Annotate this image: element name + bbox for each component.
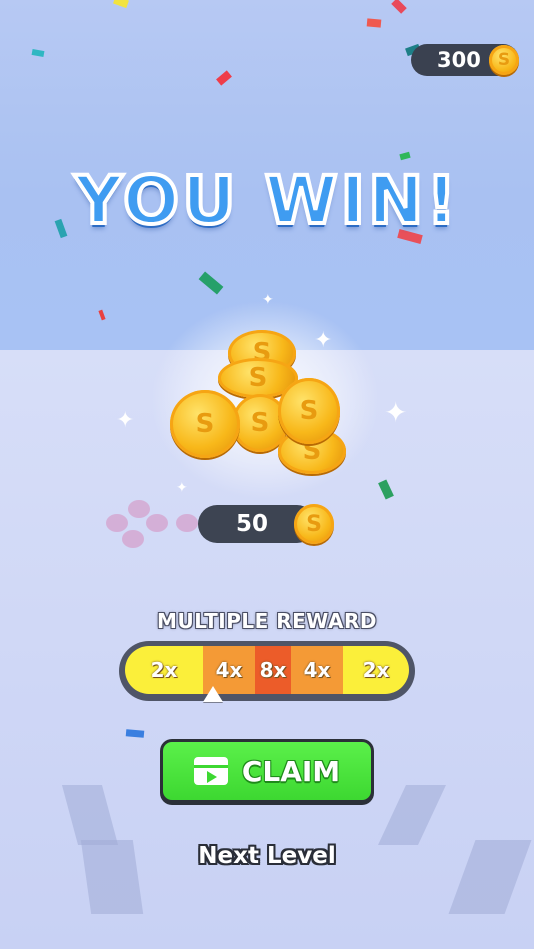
sparkle-icon: ✦ xyxy=(262,292,274,308)
multiple-reward-label: MULTIPLE REWARD xyxy=(157,609,377,633)
confetti-piece xyxy=(125,729,145,738)
claim-button[interactable]: CLAIM xyxy=(160,739,374,805)
multiplier-segment-8x: 8x xyxy=(255,646,291,694)
ghost-dot xyxy=(106,514,128,532)
currency-amount: 300 xyxy=(437,48,481,72)
coin-icon: S xyxy=(294,504,334,544)
confetti-piece xyxy=(366,18,382,28)
background-block xyxy=(80,840,144,914)
sparkle-icon: ✦ xyxy=(116,408,135,433)
ghost-dot xyxy=(122,530,144,548)
sparkle-icon: ✦ xyxy=(176,480,188,496)
coin-icon: S xyxy=(170,390,240,458)
multiplier-segment-2x-left: 2x xyxy=(125,646,203,694)
video-icon xyxy=(193,757,228,785)
coin-icon: S xyxy=(489,45,519,75)
ghost-dot xyxy=(146,514,168,532)
claim-label: CLAIM xyxy=(241,754,341,788)
multiplier-bar: 2x 4x 8x 4x 2x xyxy=(119,641,415,701)
win-title: YOU WIN! xyxy=(73,160,460,241)
sparkle-icon: ✦ xyxy=(384,396,408,429)
currency-counter: 300 S xyxy=(411,44,519,76)
ghost-dot xyxy=(128,500,150,518)
multiplier-segment-2x-right: 2x xyxy=(343,646,409,694)
sparkle-icon: ✦ xyxy=(314,328,333,353)
reward-amount: 50 xyxy=(236,511,269,537)
reward-counter: 50 S xyxy=(198,504,334,544)
ghost-dot xyxy=(176,514,198,532)
multiplier-pointer-icon xyxy=(203,686,223,702)
multiplier-segment-4x-right: 4x xyxy=(291,646,343,694)
next-level-button[interactable]: Next Level xyxy=(0,843,534,869)
coin-icon: S xyxy=(278,378,340,444)
